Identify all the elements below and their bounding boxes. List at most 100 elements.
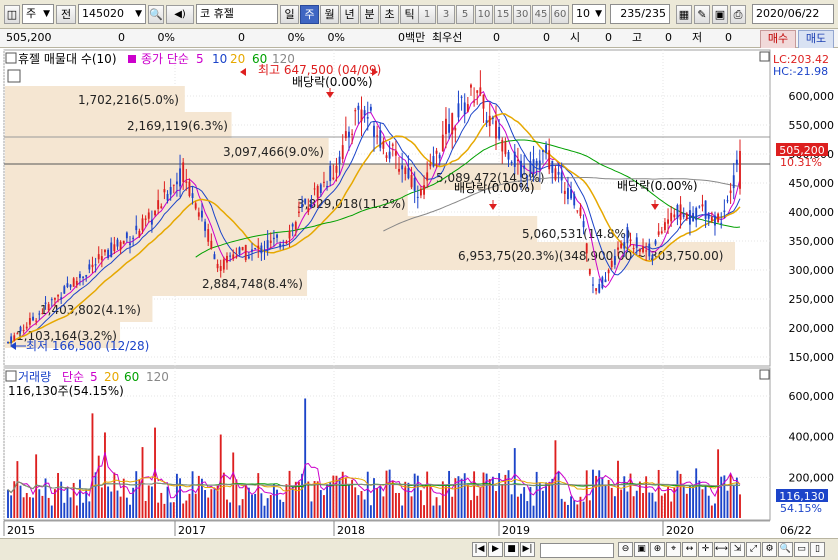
pan-icon[interactable]: ↔ [682, 542, 697, 557]
crosshair-icon[interactable]: ✛ [698, 542, 713, 557]
chart-small-icon[interactable]: ▭ [794, 542, 809, 557]
chart-tool-icon[interactable]: ⌖ [666, 542, 681, 557]
candle-body [344, 131, 347, 139]
volume-bar [588, 500, 591, 518]
volume-bar [663, 493, 666, 518]
interval-button[interactable]: 3 [437, 5, 455, 24]
chart-large-icon[interactable]: ▯ [810, 542, 825, 557]
candle-body [432, 156, 435, 167]
candle-body [488, 115, 491, 127]
draw-icon[interactable]: ✎ [694, 5, 710, 24]
panel-menu-icon[interactable] [5, 52, 17, 64]
market-select[interactable]: 주 ▼ [22, 4, 54, 24]
code-input[interactable]: 145020 ▼ [78, 4, 146, 24]
volume-bar [498, 473, 501, 518]
candle-body [326, 185, 329, 188]
window-icon[interactable]: ◫ [4, 5, 20, 24]
buy-button[interactable]: 매수 [760, 30, 796, 49]
interval-button[interactable]: 30 [513, 5, 531, 24]
zoom-out-icon[interactable]: ⊖ [618, 542, 633, 557]
scroll-end-icon[interactable]: ▶| [520, 542, 535, 557]
candle-body [119, 241, 122, 250]
candle-body [132, 237, 135, 239]
candle-body [707, 213, 710, 219]
volume-axis-label: 600,000 [789, 390, 835, 403]
period-button[interactable]: 틱 [400, 5, 419, 24]
volume-bar [592, 469, 594, 518]
volume-bar [244, 485, 247, 518]
candle-body [363, 110, 366, 116]
panel-menu-icon[interactable] [5, 370, 17, 382]
measure-icon[interactable]: ⟷ [714, 542, 729, 557]
save-icon[interactable]: ▣ [712, 5, 728, 24]
candle-body [732, 175, 735, 189]
volume-bar [160, 492, 163, 518]
stop-icon[interactable]: ■ [504, 542, 519, 557]
settings-icon[interactable]: ⚙ [762, 542, 777, 557]
stock-name-field[interactable]: 코 휴젤 [196, 4, 278, 24]
scroll-track[interactable] [540, 543, 614, 558]
candle-body [585, 243, 588, 254]
period-button[interactable]: 주 [300, 5, 319, 24]
interval-button[interactable]: 1 [418, 5, 436, 24]
candle-body [279, 243, 282, 248]
volume-legend-period: 20 [104, 370, 119, 384]
table-icon[interactable] [7, 69, 21, 83]
period-button[interactable]: 년 [340, 5, 359, 24]
volume-bar [523, 487, 526, 518]
volume-bar [429, 485, 432, 518]
search-icon[interactable]: 🔍 [148, 5, 164, 24]
volume-bar [541, 490, 544, 518]
best-2: 0 [543, 31, 550, 44]
volume-band-label: 3,097,466(9.0%) [223, 145, 324, 159]
volume-bar [432, 505, 435, 518]
price-legend-period: 20 [230, 52, 245, 66]
interval-button[interactable]: 5 [456, 5, 474, 24]
period-button[interactable]: 분 [360, 5, 379, 24]
count-select[interactable]: 10 ▼ [572, 4, 606, 24]
zoom-fit-icon[interactable]: ▣ [634, 542, 649, 557]
volume-bar [285, 484, 288, 518]
grid-icon[interactable]: ▦ [676, 5, 692, 24]
candle-body [110, 242, 113, 258]
volume-bar [516, 496, 519, 518]
candle-body [513, 151, 516, 167]
volume-bar [25, 492, 28, 518]
sound-icon[interactable]: ◀) [166, 5, 194, 24]
date-field[interactable]: 2020/06/22 [752, 4, 834, 24]
period-button[interactable]: 초 [380, 5, 399, 24]
candle-body [538, 160, 541, 169]
price-legend-period: 120 [272, 52, 295, 66]
dividend-annotation: 배당락(0.00%) [292, 75, 373, 89]
zoom-in-icon[interactable]: ⊕ [650, 542, 665, 557]
scroll-left-icon[interactable]: ▶ [488, 542, 503, 557]
candle-body [507, 151, 510, 160]
expand-icon[interactable]: ⤢ [746, 542, 761, 557]
period-button[interactable]: 월 [320, 5, 339, 24]
print-icon[interactable]: ⎙ [730, 5, 746, 24]
volume-bar [510, 494, 513, 518]
candle-body [670, 212, 673, 222]
sell-button[interactable]: 매도 [798, 30, 834, 49]
period-button[interactable]: 일 [280, 5, 299, 24]
interval-button[interactable]: 45 [532, 5, 550, 24]
prev-button[interactable]: 전 [56, 5, 76, 24]
panel-close-icon[interactable] [759, 51, 770, 62]
zoom-icon[interactable]: 🔍 [778, 542, 793, 557]
interval-button[interactable]: 60 [551, 5, 569, 24]
fold-icon[interactable]: ⇲ [730, 542, 745, 557]
stock-chart[interactable]: 1,702,216(5.0%) 2,169,119(6.3%) 3,097,466(… [0, 48, 838, 538]
volume-bar [197, 475, 200, 518]
x-axis-label: 2015 [7, 524, 35, 537]
scroll-start-icon[interactable]: |◀ [472, 542, 487, 557]
volume-bar [213, 489, 216, 518]
volume-bar [651, 492, 654, 518]
volume-bar [520, 493, 522, 518]
candle-body [426, 172, 429, 181]
volume-bar [407, 482, 410, 518]
panel-close-icon[interactable] [759, 369, 770, 380]
interval-button[interactable]: 10 [475, 5, 493, 24]
candle-body [491, 117, 494, 119]
interval-button[interactable]: 15 [494, 5, 512, 24]
volume-bar [642, 492, 644, 518]
